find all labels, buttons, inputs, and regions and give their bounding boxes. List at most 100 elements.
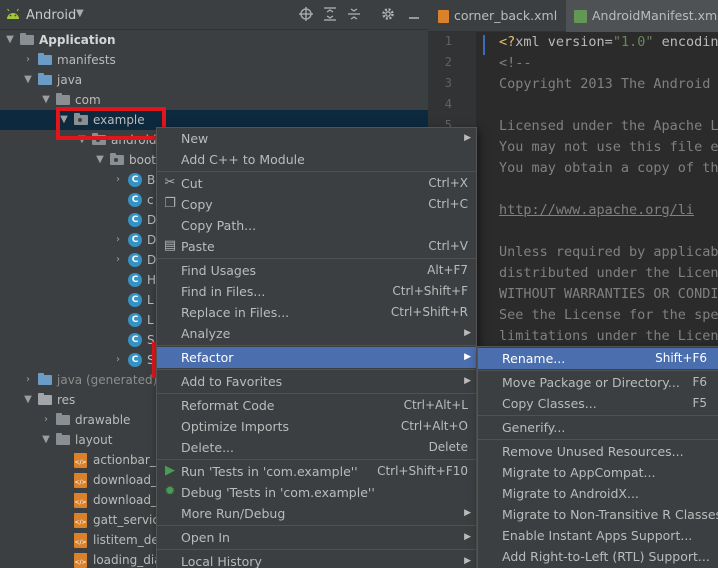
menu-item-migrate-to-non-transitive-r-classes[interactable]: Migrate to Non-Transitive R Classes...	[478, 504, 718, 525]
locate-target-icon[interactable]	[298, 6, 314, 22]
class-icon: C	[128, 293, 142, 307]
tree-node-label: L	[147, 293, 154, 307]
code-line: <!--	[499, 55, 532, 71]
tree-node[interactable]: ▼ com	[0, 90, 428, 110]
expanded-arrow-icon[interactable]: ▼	[22, 390, 34, 410]
menu-item-add-right-to-left-rtl-support[interactable]: Add Right-to-Left (RTL) Support...	[478, 546, 718, 567]
menu-item-cut[interactable]: ✂ Cut Ctrl+X	[157, 173, 476, 194]
folder-icon	[56, 93, 70, 105]
collapsed-arrow-icon[interactable]: ›	[22, 50, 34, 70]
line-number: 3	[444, 76, 452, 90]
tree-node[interactable]: ▼ Application	[0, 30, 428, 50]
menu-item-label: Debug 'Tests in 'com.example''	[181, 485, 375, 500]
menu-item-optimize-imports[interactable]: Optimize Imports Ctrl+Alt+O	[157, 416, 476, 437]
menu-item-migrate-to-androidx[interactable]: Migrate to AndroidX...	[478, 483, 718, 504]
collapsed-arrow-icon[interactable]: ›	[22, 370, 34, 390]
menu-item-copy-classes[interactable]: Copy Classes... F5	[478, 393, 718, 414]
run-icon: ▶	[165, 463, 175, 478]
chevron-down-icon[interactable]: ▼	[76, 8, 84, 19]
manifest-file-icon	[574, 10, 587, 23]
menu-item-label: Migrate to Non-Transitive R Classes...	[502, 507, 718, 522]
tree-node[interactable]: › manifests	[0, 50, 428, 70]
submenu-arrow-icon: ▶	[464, 328, 471, 338]
folder-icon	[38, 73, 52, 85]
collapsed-arrow-icon[interactable]: ›	[112, 350, 124, 370]
collapsed-arrow-icon[interactable]: ›	[112, 170, 124, 190]
submenu-arrow-icon: ▶	[464, 376, 471, 386]
android-icon	[7, 8, 19, 19]
submenu-arrow-icon: ▶	[464, 352, 471, 362]
menu-item-label: New	[181, 131, 209, 146]
refactor-submenu: Rename... Shift+F6 Move Package or Directo…	[477, 346, 718, 568]
submenu-arrow-icon: ▶	[464, 556, 471, 566]
collapsed-arrow-icon[interactable]: ›	[112, 230, 124, 250]
menu-item-find-usages[interactable]: Find Usages Alt+F7	[157, 260, 476, 281]
menu-item-refactor[interactable]: Refactor ▶	[157, 347, 476, 368]
menu-item-find-in-files[interactable]: Find in Files... Ctrl+Shift+F	[157, 281, 476, 302]
menu-item-copy-path[interactable]: Copy Path...	[157, 215, 476, 236]
code-line: WITHOUT WARRANTIES OR CONDIT	[499, 286, 718, 302]
menu-item-paste[interactable]: ▤ Paste Ctrl+V	[157, 236, 476, 257]
expanded-arrow-icon[interactable]: ▼	[4, 30, 16, 50]
paste-icon: ▤	[163, 238, 177, 253]
expanded-arrow-icon[interactable]: ▼	[40, 90, 52, 110]
project-view-selector[interactable]: Android	[26, 8, 76, 23]
class-icon: C	[128, 273, 142, 287]
menu-item-reformat-code[interactable]: Reformat Code Ctrl+Alt+L	[157, 395, 476, 416]
tree-node-label: D	[147, 233, 157, 247]
class-icon: C	[128, 213, 142, 227]
tab-android-manifest[interactable]: AndroidManifest.xml✕	[566, 0, 718, 32]
menu-item-enable-instant-apps-support[interactable]: Enable Instant Apps Support...	[478, 525, 718, 546]
menu-item-label: Remove Unused Resources...	[502, 444, 684, 459]
class-icon: C	[128, 253, 142, 267]
menu-item-label: Copy	[181, 197, 213, 212]
menu-item-label: Local History	[181, 554, 262, 568]
tab-corner-back[interactable]: corner_back.xml	[428, 0, 566, 32]
menu-item-more-run-debug[interactable]: More Run/Debug ▶	[157, 503, 476, 524]
code-line: You may obtain a copy of the	[499, 160, 718, 176]
menu-item-rename[interactable]: Rename... Shift+F6	[478, 348, 718, 369]
menu-item-move-package-or-directory[interactable]: Move Package or Directory... F6	[478, 372, 718, 393]
menu-item-generify[interactable]: Generify...	[478, 417, 718, 438]
expand-all-icon[interactable]	[322, 6, 338, 22]
expanded-arrow-icon[interactable]: ▼	[22, 70, 34, 90]
menu-item-shortcut: Ctrl+X	[428, 176, 468, 190]
menu-item-label: Analyze	[181, 326, 231, 341]
hide-panel-icon[interactable]	[406, 6, 422, 22]
menu-item-open-in[interactable]: Open In ▶	[157, 527, 476, 548]
menu-item-add-c-to-module[interactable]: Add C++ to Module	[157, 149, 476, 170]
expanded-arrow-icon[interactable]: ▼	[76, 130, 88, 150]
gear-icon[interactable]	[380, 6, 396, 22]
tree-node-label: manifests	[57, 53, 116, 67]
menu-item-new[interactable]: New ▶	[157, 128, 476, 149]
menu-item-remove-unused-resources[interactable]: Remove Unused Resources...	[478, 441, 718, 462]
menu-item-analyze[interactable]: Analyze ▶	[157, 323, 476, 344]
menu-item-shortcut: Ctrl+V	[428, 239, 468, 253]
tree-node-label: B	[147, 173, 156, 187]
menu-item-label: Cut	[181, 176, 203, 191]
editor-tab-bar: corner_back.xml AndroidManifest.xml✕	[428, 0, 718, 32]
tree-node-label: D	[147, 253, 157, 267]
menu-item-migrate-to-appcompat[interactable]: Migrate to AppCompat...	[478, 462, 718, 483]
menu-item-label: Open In	[181, 530, 230, 545]
collapsed-arrow-icon[interactable]: ›	[112, 250, 124, 270]
menu-item-label: Add to Favorites	[181, 374, 283, 389]
menu-item-add-to-favorites[interactable]: Add to Favorites ▶	[157, 371, 476, 392]
tree-node[interactable]: ▼ java	[0, 70, 428, 90]
collapse-all-icon[interactable]	[346, 6, 362, 22]
menu-item-label: Find Usages	[181, 263, 257, 278]
menu-separator	[157, 525, 476, 526]
menu-item-local-history[interactable]: Local History ▶	[157, 551, 476, 568]
expanded-arrow-icon[interactable]: ▼	[58, 110, 70, 130]
code-line: See the License for the spec	[499, 307, 718, 323]
menu-item-run-tests-in-com-example[interactable]: ▶ Run 'Tests in 'com.example'' Ctrl+Shift+…	[157, 461, 476, 482]
expanded-arrow-icon[interactable]: ▼	[40, 430, 52, 450]
expanded-arrow-icon[interactable]: ▼	[94, 150, 106, 170]
tree-node-label: download_l	[93, 473, 161, 487]
menu-item-debug-tests-in-com-example[interactable]: ✹ Debug 'Tests in 'com.example''	[157, 482, 476, 503]
menu-item-delete[interactable]: Delete... Delete	[157, 437, 476, 458]
menu-separator	[157, 459, 476, 460]
menu-item-replace-in-files[interactable]: Replace in Files... Ctrl+Shift+R	[157, 302, 476, 323]
collapsed-arrow-icon[interactable]: ›	[40, 410, 52, 430]
menu-item-copy[interactable]: ❐ Copy Ctrl+C	[157, 194, 476, 215]
